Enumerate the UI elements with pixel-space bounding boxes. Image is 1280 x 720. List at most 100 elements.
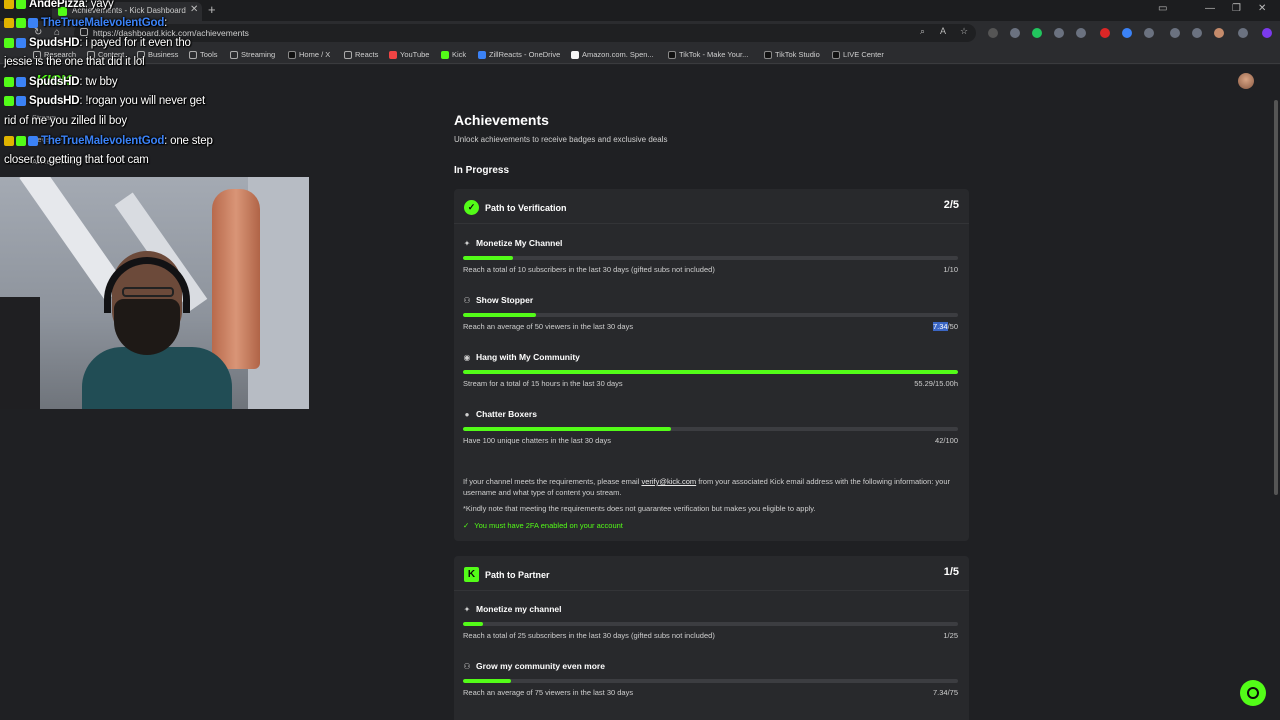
chat-message: AndePizza: yayy [4, 0, 114, 10]
extension-icon[interactable] [1032, 28, 1042, 38]
bookmark-reacts[interactable]: Reacts [344, 50, 378, 59]
user-avatar[interactable] [1238, 73, 1254, 89]
verified-badge-icon [16, 95, 26, 106]
gifter-badge-icon [16, 135, 26, 146]
chat-bubble-icon: ● [464, 409, 470, 419]
folder-icon [344, 50, 352, 59]
verified-badge-icon: ✓ [464, 200, 479, 215]
extension-icon[interactable] [1100, 28, 1110, 38]
split-screen-icon[interactable] [1170, 28, 1180, 38]
extension-icon[interactable] [1122, 28, 1132, 38]
users-icon: ⚇ [463, 661, 471, 671]
chat-message: SpudsHD: tw bby [4, 76, 118, 88]
og-badge-icon [4, 95, 14, 106]
tiktok-icon [668, 50, 676, 59]
more-icon[interactable] [1238, 28, 1248, 38]
chat-message-continued: rid of me you zilled lil boy [4, 115, 127, 127]
selected-text: 7.34 [932, 322, 948, 331]
verification-disclaimer: *Kindly note that meeting the requiremen… [463, 504, 816, 513]
read-aloud-icon[interactable]: A [940, 26, 946, 36]
verified-badge-icon [16, 76, 26, 87]
sub-badge-icon [4, 135, 14, 146]
youtube-icon [389, 50, 397, 59]
sparkle-icon: ✦ [463, 604, 471, 614]
zoom-icon[interactable]: ⌕ [920, 26, 925, 37]
bookmark-onedrive[interactable]: ZillReacts - OneDrive [478, 50, 560, 59]
checkmark-icon: ✓ [463, 521, 470, 530]
progress-bar [463, 256, 958, 260]
kick-k-logo-icon: K [464, 567, 479, 582]
card-count: 2/5 [943, 199, 959, 211]
tiktok-icon [832, 50, 840, 59]
tab-actions-icon[interactable]: ▭ [1158, 3, 1167, 14]
bookmark-tiktok-studio[interactable]: TikTok Studio [764, 50, 820, 59]
page-title: Achievements [454, 112, 549, 128]
amazon-icon [571, 50, 579, 59]
extension-icon[interactable] [988, 28, 998, 38]
help-icon [1247, 687, 1259, 699]
sub-badge-icon [4, 0, 14, 9]
og-badge-icon [4, 76, 14, 87]
progress-value: 1/25 [943, 631, 958, 640]
kick-icon [441, 50, 449, 59]
progress-bar [463, 313, 958, 317]
profile-icon[interactable] [1214, 28, 1224, 38]
chat-message: TheTrueMalevolentGod: [4, 17, 167, 29]
chat-message-continued: jessie is the one that did it lol [4, 56, 145, 68]
bookmark-live-center[interactable]: LIVE Center [832, 50, 884, 59]
section-in-progress: In Progress [454, 165, 510, 176]
verify-email-link[interactable]: verify@kick.com [641, 477, 696, 486]
progress-value: 7.34/75 [932, 688, 958, 697]
extension-icon[interactable] [1010, 28, 1020, 38]
copilot-icon[interactable] [1262, 28, 1272, 38]
users-icon: ⚇ [463, 295, 471, 305]
progress-value: 7.34/50 [932, 322, 958, 331]
card-title: Path to Verification [485, 202, 567, 213]
maximize-icon[interactable]: ❐ [1232, 3, 1241, 14]
card-count: 1/5 [943, 566, 959, 578]
tiktok-icon [764, 50, 772, 59]
chat-message: SpudsHD: i payed for it even tho [4, 37, 191, 49]
extension-icon[interactable] [1054, 28, 1064, 38]
broadcast-icon: ◉ [463, 352, 471, 362]
bookmark-tiktok[interactable]: TikTok - Make Your... [668, 50, 748, 59]
og-badge-icon [4, 37, 14, 48]
progress-value: 1/10 [943, 265, 958, 274]
favorite-star-icon[interactable]: ☆ [960, 26, 968, 37]
sparkle-icon: ✦ [463, 238, 471, 248]
verification-card: ✓ Path to Verification 2/5 ✦ Monetize My … [454, 189, 969, 541]
sub-badge-icon [4, 17, 14, 28]
headphones [104, 257, 190, 313]
chat-message-continued: closer to getting that foot cam [4, 154, 149, 166]
progress-bar [463, 427, 958, 431]
progress-bar [463, 622, 958, 626]
requirement-2fa: ✓ You must have 2FA enabled on your acco… [463, 521, 623, 530]
extension-icon[interactable] [1076, 28, 1086, 38]
close-window-icon[interactable]: ✕ [1258, 3, 1266, 14]
minimize-icon[interactable]: — [1205, 3, 1215, 14]
favorites-icon[interactable] [1192, 28, 1202, 38]
verified-badge-icon [28, 135, 38, 146]
page-subtitle: Unlock achievements to receive badges an… [454, 135, 668, 144]
gifter-badge-icon [16, 17, 26, 28]
bookmark-amazon[interactable]: Amazon.com. Spen... [571, 50, 654, 59]
bookmark-kick[interactable]: Kick [441, 50, 466, 59]
chat-message: TheTrueMalevolentGod: one step [4, 135, 213, 147]
stream-chat-overlay: KICK AndePizza: yayy TheTrueMalevolentGo… [0, 0, 310, 178]
progress-bar [463, 370, 958, 374]
progress-value: 55.29/15.00h [914, 379, 958, 388]
verified-badge-icon [28, 17, 38, 28]
help-chat-button[interactable] [1240, 680, 1266, 706]
gifter-badge-icon [16, 0, 26, 9]
page-scrollbar[interactable] [1274, 100, 1278, 495]
partner-card: K Path to Partner 1/5 ✦ Monetize my chann… [454, 556, 969, 720]
card-title: Path to Partner [485, 569, 550, 580]
chat-message: SpudsHD: !rogan you will never get [4, 95, 205, 107]
streamer [82, 251, 232, 409]
extensions-icon[interactable] [1144, 28, 1154, 38]
bookmark-youtube[interactable]: YouTube [389, 50, 429, 59]
progress-value: 42/100 [935, 436, 958, 445]
onedrive-icon [478, 50, 486, 59]
progress-bar [463, 679, 958, 683]
webcam-feed [0, 177, 309, 409]
